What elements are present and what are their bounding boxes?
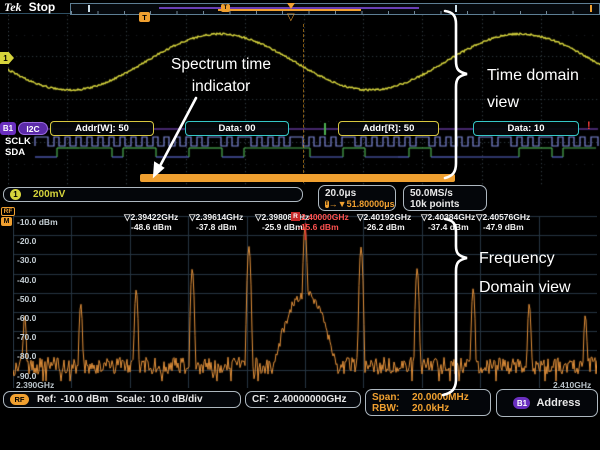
trigger-arrow-icon: →▼	[329, 199, 347, 209]
rf-scale-value: 10.0 dB/div	[150, 394, 203, 405]
bus-type-label[interactable]: I2C	[18, 122, 48, 135]
reference-marker-icon: R	[291, 212, 300, 221]
amplitude-tick-label: -10.0 dBm	[17, 217, 58, 227]
amplitude-tick-label: -50.0	[17, 294, 36, 304]
rf-vertical-readout[interactable]: RF Ref: -10.0 dBm Scale: 10.0 dB/div	[3, 391, 241, 408]
acquisition-status: Tek Stop	[4, 0, 55, 15]
acquisition-readout[interactable]: 50.0MS/s 10k points	[403, 185, 487, 211]
peak-marker-label: ▽2.40576GHz-47.9 dBm	[476, 212, 530, 232]
amplitude-tick-label: -80.0	[17, 351, 36, 361]
ref-level-label: Ref:	[37, 394, 56, 405]
amplitude-tick-label: -20.0	[17, 236, 36, 246]
peak-marker-label: ▽2.39422GHz-48.6 dBm	[124, 212, 178, 232]
peak-marker-label: ▽2.40192GHz-26.2 dBm	[357, 212, 411, 232]
amplitude-tick-label: -30.0	[17, 255, 36, 265]
rf-trace-badge[interactable]: RF	[1, 207, 15, 216]
trigger-position-value: 51.80000μs	[347, 199, 395, 209]
rf-scale-label: Scale:	[116, 394, 145, 405]
rbw-label: RBW:	[372, 403, 408, 414]
amplitude-tick-label: -60.0	[17, 313, 36, 323]
bus-error-icon: !	[587, 120, 591, 132]
amplitude-tick-label: -70.0	[17, 332, 36, 342]
time-domain-view-annotation: Time domain view	[487, 62, 579, 116]
bus1-badge[interactable]: B1	[0, 122, 16, 135]
digital-label-sclk: SCLK	[5, 136, 31, 147]
rf-badge: RF	[10, 394, 29, 405]
cf-value: 2.40000000GHz	[274, 394, 347, 405]
sample-rate: 50.0MS/s	[410, 188, 480, 199]
bus-decode-box: Data: 10	[473, 121, 579, 136]
overview-bracket-right	[455, 5, 457, 12]
bus-menu-badge: B1	[513, 397, 530, 409]
expansion-point-icon: ▽	[287, 12, 295, 23]
channel1-scale: 200mV	[33, 189, 65, 200]
horizontal-readout[interactable]: 20.0μs T →▼ 51.80000μs	[318, 185, 396, 211]
start-frequency-label: 2.390GHz	[16, 380, 54, 390]
span-label: Span:	[372, 392, 408, 403]
cf-label: CF:	[252, 394, 269, 405]
ref-level-value: -10.0 dBm	[60, 394, 108, 405]
horizontal-scale: 20.0μs	[325, 188, 389, 199]
frequency-domain-view-annotation: Frequency Domain view	[479, 244, 571, 302]
spectrum-time-indicator-bar[interactable]	[140, 174, 455, 182]
digital-label-sda: SDA	[5, 147, 25, 158]
bus-menu-button[interactable]: B1 Address	[496, 389, 598, 417]
overview-trigger-icon: T	[221, 4, 230, 12]
bus-menu-label: Address	[536, 397, 580, 409]
reference-marker-label: R2.40000GHz-15.6 dBm	[291, 212, 349, 232]
overview-bracket-left	[88, 5, 90, 12]
peak-marker-label: ▽2.40384GHz-37.4 dBm	[421, 212, 475, 232]
tek-logo: Tek	[4, 0, 22, 15]
overview-ticks	[71, 11, 599, 14]
trigger-position-line	[303, 24, 304, 183]
channel1-readout-badge: 1	[10, 189, 21, 200]
trigger-time-icon[interactable]: T	[139, 12, 150, 22]
overview-marker-tick	[590, 5, 592, 12]
rbw-value: 20.0kHz	[412, 403, 449, 414]
spectrum-time-overview	[218, 9, 361, 11]
run-status: Stop	[29, 0, 56, 14]
oscilloscope-screen: Tek Stop T T ▽ 1 B1 I2C SCLK SDA Addr[W]…	[0, 0, 600, 450]
spectrum-time-annotation: Spectrum time indicator	[148, 54, 294, 98]
span-value: 20.0000MHz	[412, 392, 469, 403]
bus-decode-box: Addr[R]: 50	[338, 121, 439, 136]
record-length: 10k points	[410, 199, 480, 210]
bus-decode-box: Data: 00	[185, 121, 289, 136]
channel1-readout[interactable]: 1 200mV	[3, 187, 303, 202]
amplitude-tick-label: -40.0	[17, 275, 36, 285]
overview-position-marker-icon	[287, 3, 295, 9]
bus-decode-box: Addr[W]: 50	[50, 121, 154, 136]
max-hold-trace-badge[interactable]: M	[1, 217, 12, 226]
peak-marker-label: ▽2.39614GHz-37.8 dBm	[189, 212, 243, 232]
span-rbw-readout[interactable]: Span: 20.0000MHz RBW: 20.0kHz	[365, 389, 491, 416]
center-frequency-readout[interactable]: CF: 2.40000000GHz	[245, 391, 361, 408]
